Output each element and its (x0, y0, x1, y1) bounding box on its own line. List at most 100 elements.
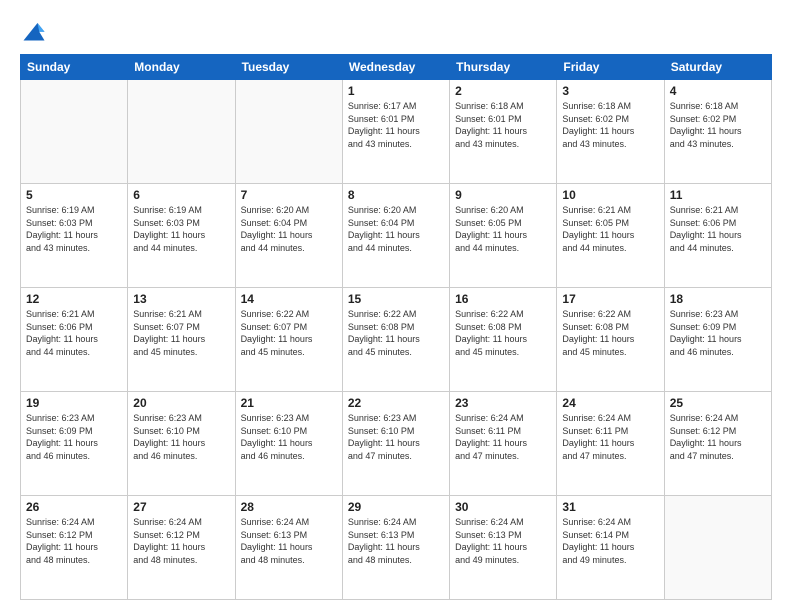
calendar-cell-w2d2: 14 Sunrise: 6:22 AM Sunset: 6:07 PM Dayli… (235, 288, 342, 392)
day-info: Sunrise: 6:24 AM Sunset: 6:12 PM Dayligh… (670, 412, 766, 462)
day-number: 9 (455, 188, 551, 202)
day-info: Sunrise: 6:24 AM Sunset: 6:12 PM Dayligh… (26, 516, 122, 566)
calendar-cell-w2d6: 18 Sunrise: 6:23 AM Sunset: 6:09 PM Dayli… (664, 288, 771, 392)
calendar-cell-w3d6: 25 Sunrise: 6:24 AM Sunset: 6:12 PM Dayli… (664, 392, 771, 496)
day-info: Sunrise: 6:18 AM Sunset: 6:02 PM Dayligh… (562, 100, 658, 150)
day-number: 23 (455, 396, 551, 410)
day-header-friday: Friday (557, 55, 664, 80)
day-info: Sunrise: 6:24 AM Sunset: 6:14 PM Dayligh… (562, 516, 658, 566)
day-number: 7 (241, 188, 337, 202)
calendar-cell-w1d3: 8 Sunrise: 6:20 AM Sunset: 6:04 PM Daylig… (342, 184, 449, 288)
calendar-cell-w4d1: 27 Sunrise: 6:24 AM Sunset: 6:12 PM Dayli… (128, 496, 235, 600)
day-number: 15 (348, 292, 444, 306)
calendar-cell-w4d6 (664, 496, 771, 600)
day-info: Sunrise: 6:24 AM Sunset: 6:11 PM Dayligh… (562, 412, 658, 462)
calendar-cell-w0d5: 3 Sunrise: 6:18 AM Sunset: 6:02 PM Daylig… (557, 80, 664, 184)
calendar-cell-w0d4: 2 Sunrise: 6:18 AM Sunset: 6:01 PM Daylig… (450, 80, 557, 184)
day-info: Sunrise: 6:23 AM Sunset: 6:09 PM Dayligh… (670, 308, 766, 358)
day-number: 12 (26, 292, 122, 306)
day-header-wednesday: Wednesday (342, 55, 449, 80)
day-number: 27 (133, 500, 229, 514)
day-info: Sunrise: 6:22 AM Sunset: 6:07 PM Dayligh… (241, 308, 337, 358)
day-info: Sunrise: 6:23 AM Sunset: 6:10 PM Dayligh… (133, 412, 229, 462)
day-info: Sunrise: 6:20 AM Sunset: 6:04 PM Dayligh… (348, 204, 444, 254)
day-number: 30 (455, 500, 551, 514)
day-number: 24 (562, 396, 658, 410)
day-number: 19 (26, 396, 122, 410)
day-number: 26 (26, 500, 122, 514)
day-number: 2 (455, 84, 551, 98)
day-info: Sunrise: 6:23 AM Sunset: 6:09 PM Dayligh… (26, 412, 122, 462)
day-number: 29 (348, 500, 444, 514)
header (20, 16, 772, 44)
calendar-cell-w4d5: 31 Sunrise: 6:24 AM Sunset: 6:14 PM Dayli… (557, 496, 664, 600)
week-row-3: 19 Sunrise: 6:23 AM Sunset: 6:09 PM Dayli… (21, 392, 772, 496)
calendar-body: 1 Sunrise: 6:17 AM Sunset: 6:01 PM Daylig… (21, 80, 772, 600)
day-number: 16 (455, 292, 551, 306)
calendar-cell-w4d4: 30 Sunrise: 6:24 AM Sunset: 6:13 PM Dayli… (450, 496, 557, 600)
day-number: 6 (133, 188, 229, 202)
day-number: 11 (670, 188, 766, 202)
day-number: 3 (562, 84, 658, 98)
day-header-thursday: Thursday (450, 55, 557, 80)
day-info: Sunrise: 6:24 AM Sunset: 6:12 PM Dayligh… (133, 516, 229, 566)
day-number: 22 (348, 396, 444, 410)
calendar-cell-w4d2: 28 Sunrise: 6:24 AM Sunset: 6:13 PM Dayli… (235, 496, 342, 600)
day-info: Sunrise: 6:18 AM Sunset: 6:02 PM Dayligh… (670, 100, 766, 150)
calendar-cell-w3d5: 24 Sunrise: 6:24 AM Sunset: 6:11 PM Dayli… (557, 392, 664, 496)
calendar-cell-w2d0: 12 Sunrise: 6:21 AM Sunset: 6:06 PM Dayli… (21, 288, 128, 392)
day-info: Sunrise: 6:19 AM Sunset: 6:03 PM Dayligh… (133, 204, 229, 254)
day-info: Sunrise: 6:18 AM Sunset: 6:01 PM Dayligh… (455, 100, 551, 150)
day-number: 4 (670, 84, 766, 98)
calendar-cell-w3d4: 23Sunrise: 6:24 AM Sunset: 6:11 PM Dayli… (450, 392, 557, 496)
day-number: 20 (133, 396, 229, 410)
week-row-4: 26 Sunrise: 6:24 AM Sunset: 6:12 PM Dayli… (21, 496, 772, 600)
page: SundayMondayTuesdayWednesdayThursdayFrid… (0, 0, 792, 612)
day-info: Sunrise: 6:20 AM Sunset: 6:05 PM Dayligh… (455, 204, 551, 254)
calendar-cell-w3d0: 19 Sunrise: 6:23 AM Sunset: 6:09 PM Dayli… (21, 392, 128, 496)
calendar-cell-w1d6: 11Sunrise: 6:21 AM Sunset: 6:06 PM Dayli… (664, 184, 771, 288)
day-number: 8 (348, 188, 444, 202)
day-info: Sunrise: 6:21 AM Sunset: 6:07 PM Dayligh… (133, 308, 229, 358)
week-row-0: 1 Sunrise: 6:17 AM Sunset: 6:01 PM Daylig… (21, 80, 772, 184)
day-number: 25 (670, 396, 766, 410)
day-info: Sunrise: 6:23 AM Sunset: 6:10 PM Dayligh… (241, 412, 337, 462)
calendar-cell-w1d1: 6 Sunrise: 6:19 AM Sunset: 6:03 PM Daylig… (128, 184, 235, 288)
calendar-cell-w1d2: 7 Sunrise: 6:20 AM Sunset: 6:04 PM Daylig… (235, 184, 342, 288)
day-info: Sunrise: 6:24 AM Sunset: 6:13 PM Dayligh… (455, 516, 551, 566)
day-info: Sunrise: 6:21 AM Sunset: 6:05 PM Dayligh… (562, 204, 658, 254)
calendar-cell-w3d3: 22Sunrise: 6:23 AM Sunset: 6:10 PM Dayli… (342, 392, 449, 496)
day-info: Sunrise: 6:20 AM Sunset: 6:04 PM Dayligh… (241, 204, 337, 254)
day-info: Sunrise: 6:24 AM Sunset: 6:13 PM Dayligh… (348, 516, 444, 566)
calendar-cell-w2d1: 13Sunrise: 6:21 AM Sunset: 6:07 PM Dayli… (128, 288, 235, 392)
day-info: Sunrise: 6:19 AM Sunset: 6:03 PM Dayligh… (26, 204, 122, 254)
day-info: Sunrise: 6:22 AM Sunset: 6:08 PM Dayligh… (455, 308, 551, 358)
day-number: 5 (26, 188, 122, 202)
calendar-cell-w2d5: 17Sunrise: 6:22 AM Sunset: 6:08 PM Dayli… (557, 288, 664, 392)
day-info: Sunrise: 6:17 AM Sunset: 6:01 PM Dayligh… (348, 100, 444, 150)
calendar-cell-w3d1: 20 Sunrise: 6:23 AM Sunset: 6:10 PM Dayli… (128, 392, 235, 496)
day-number: 18 (670, 292, 766, 306)
calendar-cell-w0d3: 1 Sunrise: 6:17 AM Sunset: 6:01 PM Daylig… (342, 80, 449, 184)
day-number: 28 (241, 500, 337, 514)
calendar-table: SundayMondayTuesdayWednesdayThursdayFrid… (20, 54, 772, 600)
day-header-monday: Monday (128, 55, 235, 80)
day-number: 1 (348, 84, 444, 98)
calendar-cell-w1d0: 5 Sunrise: 6:19 AM Sunset: 6:03 PM Daylig… (21, 184, 128, 288)
day-info: Sunrise: 6:22 AM Sunset: 6:08 PM Dayligh… (562, 308, 658, 358)
calendar-cell-w0d0 (21, 80, 128, 184)
calendar-cell-w1d5: 10Sunrise: 6:21 AM Sunset: 6:05 PM Dayli… (557, 184, 664, 288)
calendar-cell-w0d2 (235, 80, 342, 184)
day-number: 21 (241, 396, 337, 410)
day-number: 31 (562, 500, 658, 514)
day-header-sunday: Sunday (21, 55, 128, 80)
day-info: Sunrise: 6:21 AM Sunset: 6:06 PM Dayligh… (26, 308, 122, 358)
calendar-cell-w0d1 (128, 80, 235, 184)
calendar-header: SundayMondayTuesdayWednesdayThursdayFrid… (21, 55, 772, 80)
header-row: SundayMondayTuesdayWednesdayThursdayFrid… (21, 55, 772, 80)
calendar-cell-w2d4: 16 Sunrise: 6:22 AM Sunset: 6:08 PM Dayli… (450, 288, 557, 392)
calendar-cell-w4d3: 29 Sunrise: 6:24 AM Sunset: 6:13 PM Dayli… (342, 496, 449, 600)
calendar-cell-w0d6: 4 Sunrise: 6:18 AM Sunset: 6:02 PM Daylig… (664, 80, 771, 184)
day-number: 14 (241, 292, 337, 306)
day-info: Sunrise: 6:24 AM Sunset: 6:13 PM Dayligh… (241, 516, 337, 566)
